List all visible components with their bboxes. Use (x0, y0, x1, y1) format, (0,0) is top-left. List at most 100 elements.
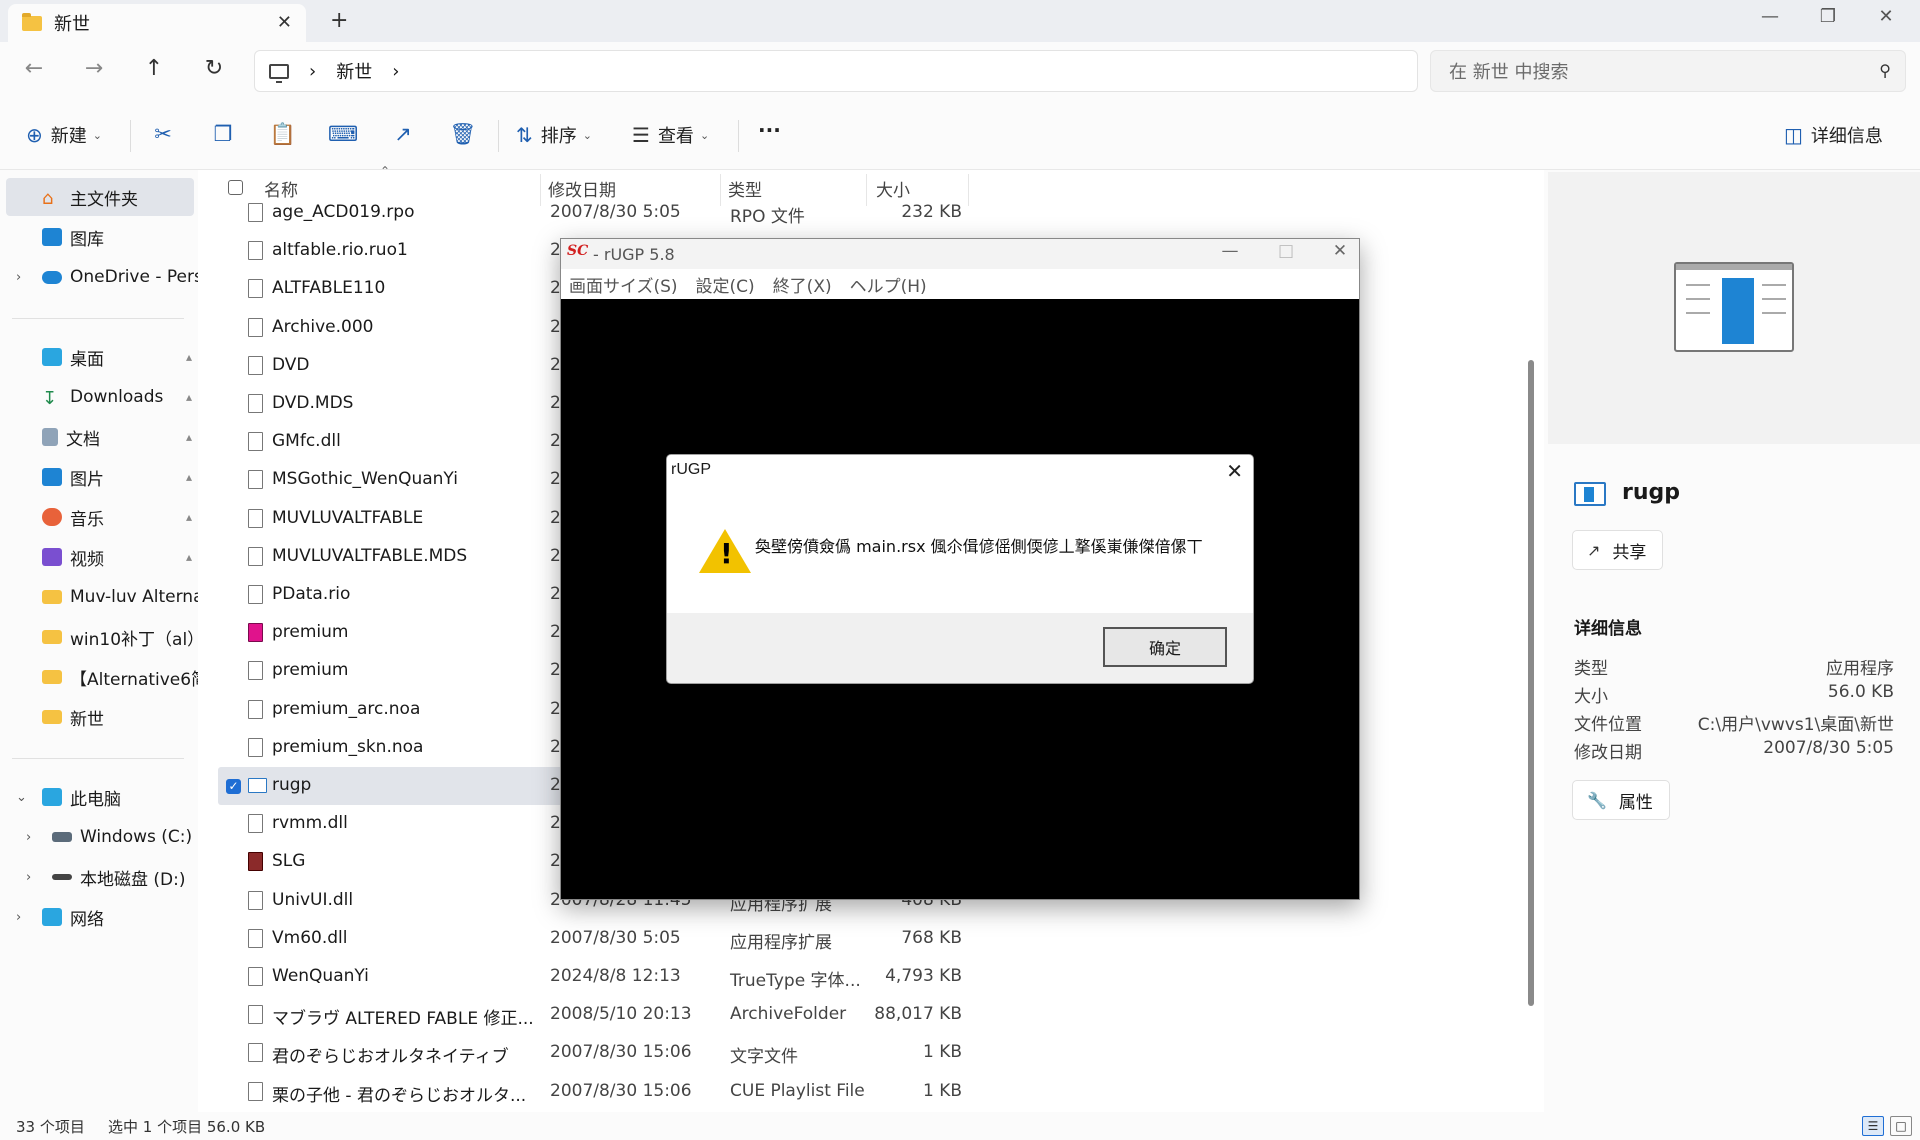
breadcrumb-separator[interactable]: › (309, 61, 316, 82)
copy-icon[interactable]: ❐ (208, 122, 238, 146)
minimize-icon[interactable]: — (1750, 6, 1790, 27)
music-icon (42, 508, 62, 526)
computer-icon (269, 63, 289, 83)
sidebar-item-documents[interactable]: 文档 ▴ (0, 418, 198, 456)
pin-icon[interactable]: ▴ (186, 350, 192, 364)
sidebar-item-label: 新世 (70, 709, 104, 730)
rename-icon[interactable]: ⌨ (328, 122, 358, 146)
pin-icon[interactable]: ▴ (186, 430, 192, 444)
file-date: 2008/5/10 20:13 (550, 1004, 692, 1025)
computer-icon (42, 788, 62, 806)
sidebar-item-network[interactable]: › 网络 (0, 898, 198, 936)
file-row[interactable]: age_ACD019.rpo 2007/8/30 5:05 RPO 文件 232 KB (218, 194, 978, 232)
file-icon (248, 1005, 263, 1025)
tiles-view-icon[interactable]: □ (1890, 1116, 1912, 1136)
sidebar-item-music[interactable]: 音乐 ▴ (0, 498, 198, 536)
ok-button[interactable]: 确定 (1103, 627, 1227, 667)
pin-icon[interactable]: ▴ (186, 390, 192, 404)
view-list-icon: ☰ (632, 123, 650, 147)
breadcrumb-folder[interactable]: 新世 (336, 58, 372, 84)
chevron-right-icon[interactable]: › (16, 270, 21, 285)
file-row[interactable]: 栗の子他 - 君のぞらじおオルタ... 2007/8/30 15:06 CUE Pl… (218, 1073, 978, 1111)
properties-button[interactable]: 🔧 属性 (1572, 780, 1670, 820)
sidebar-item-xinshi[interactable]: 新世 (0, 698, 198, 736)
sidebar-item-onedrive[interactable]: › OneDrive - Pers (0, 258, 198, 296)
detail-value: 56.0 KB (1827, 682, 1894, 702)
search-input[interactable]: 在 新世 中搜索 ⚲ (1430, 50, 1906, 92)
refresh-icon[interactable]: ↻ (194, 56, 234, 81)
address-bar[interactable]: › 新世 › (254, 50, 1418, 92)
file-date: 2024/8/8 12:13 (550, 966, 681, 986)
sidebar-item-win10patch[interactable]: win10补丁（al） (0, 618, 198, 656)
chevron-right-icon[interactable]: › (16, 910, 21, 925)
select-all-checkbox[interactable] (228, 180, 243, 195)
dialog-close-icon[interactable]: ✕ (1226, 459, 1243, 483)
details-view-icon[interactable]: ☰ (1862, 1116, 1884, 1136)
share-icon[interactable]: ↗ (388, 122, 418, 146)
up-icon[interactable]: ↑ (134, 56, 174, 81)
file-name: 栗の子他 - 君のぞらじおオルタ... (272, 1085, 527, 1106)
sidebar-item-alternative6[interactable]: 【Alternative6简 (0, 658, 198, 696)
new-tab-icon[interactable]: + (330, 8, 348, 33)
desktop-icon (42, 348, 62, 366)
details-section-heading: 详细信息 (1574, 619, 1642, 639)
detail-key: 文件位置 (1574, 715, 1642, 735)
menu-exit[interactable]: 終了(X) (773, 272, 832, 297)
new-button[interactable]: ⊕ 新建 ⌄ (26, 122, 102, 148)
delete-icon[interactable]: 🗑 (448, 122, 478, 147)
file-date: 2007/8/30 5:05 (550, 927, 681, 948)
file-date: 2007/8/30 15:06 (550, 1080, 692, 1101)
menu-help[interactable]: ヘルプ(H) (850, 272, 927, 297)
back-icon[interactable]: ← (14, 56, 54, 81)
sidebar-item-videos[interactable]: 视频 ▴ (0, 538, 198, 576)
share-button[interactable]: ↗ 共享 (1572, 530, 1664, 570)
status-bar: 33 个项目 选中 1 个项目 56.0 KB ☰ □ (0, 1112, 1920, 1140)
cut-icon[interactable]: ✂ (148, 122, 178, 146)
row-checkbox[interactable]: ✓ (226, 779, 241, 794)
divider (130, 120, 131, 152)
file-row[interactable]: マブラヴ ALTERED FABLE 修正... 2008/5/10 20:13 A… (218, 996, 978, 1034)
share-label: 共享 (1612, 542, 1647, 563)
restore-icon[interactable]: ❐ (1808, 6, 1848, 27)
more-options-icon[interactable]: ··· (758, 118, 781, 142)
folder-icon (22, 12, 42, 31)
rugp-title: - rUGP 5.8 (593, 244, 675, 264)
sidebar-item-desktop[interactable]: 桌面 ▴ (0, 338, 198, 376)
chevron-right-icon[interactable]: › (26, 870, 31, 885)
file-row[interactable]: Vm60.dll 2007/8/30 5:05 应用程序扩展 768 KB (218, 920, 978, 958)
breadcrumb-separator[interactable]: › (392, 61, 399, 82)
sidebar-item-downloads[interactable]: ↧ Downloads ▴ (0, 378, 198, 416)
file-icon (248, 737, 263, 757)
rugp-close-icon[interactable]: ✕ (1325, 241, 1355, 261)
view-label: 查看 (657, 126, 694, 147)
folder-icon (42, 710, 62, 724)
chevron-down-icon[interactable]: ⌄ (16, 790, 27, 805)
sidebar-item-drive-d[interactable]: › 本地磁盘 (D:) (0, 858, 198, 896)
file-row[interactable]: 君のぞらじおオルタネイティブ 2007/8/30 15:06 文字文件 1 KB (218, 1034, 978, 1072)
sidebar-item-pictures[interactable]: 图片 ▴ (0, 458, 198, 496)
paste-icon[interactable]: 📋 (268, 122, 298, 147)
view-button[interactable]: ☰ 查看 ⌄ (632, 122, 709, 148)
forward-icon[interactable]: → (74, 56, 114, 81)
sidebar-item-muvluv[interactable]: Muv-luv Alterna (0, 578, 198, 616)
sort-button[interactable]: ⇅ 排序 ⌄ (516, 122, 592, 148)
scrollbar-thumb[interactable] (1528, 360, 1534, 1006)
sidebar-item-this-pc[interactable]: ⌄ 此电脑 (0, 778, 198, 816)
sidebar-item-gallery[interactable]: 图库 (0, 218, 198, 256)
sidebar-item-home[interactable]: ⌂ 主文件夹 (6, 178, 194, 216)
close-icon[interactable]: ✕ (1866, 6, 1906, 27)
rugp-minimize-icon[interactable]: — (1215, 241, 1245, 261)
pin-icon[interactable]: ▴ (186, 550, 192, 564)
sidebar-item-drive-c[interactable]: › Windows (C:) (0, 818, 198, 856)
pin-icon[interactable]: ▴ (186, 510, 192, 524)
menu-screen-size[interactable]: 画面サイズ(S) (569, 272, 678, 297)
pin-icon[interactable]: ▴ (186, 470, 192, 484)
file-row[interactable]: WenQuanYi 2024/8/8 12:13 TrueType 字体... 4,7… (218, 958, 978, 996)
tab-close-icon[interactable]: ✕ (277, 12, 292, 33)
chevron-right-icon[interactable]: › (26, 830, 31, 845)
search-icon[interactable]: ⚲ (1879, 61, 1891, 80)
details-pane-button[interactable]: ◫ 详细信息 (1784, 122, 1883, 148)
rugp-title-bar[interactable]: SC - rUGP 5.8 — □ ✕ (561, 239, 1359, 269)
menu-settings[interactable]: 設定(C) (696, 272, 755, 297)
tab-xinshi[interactable]: 新世 ✕ (8, 4, 306, 42)
